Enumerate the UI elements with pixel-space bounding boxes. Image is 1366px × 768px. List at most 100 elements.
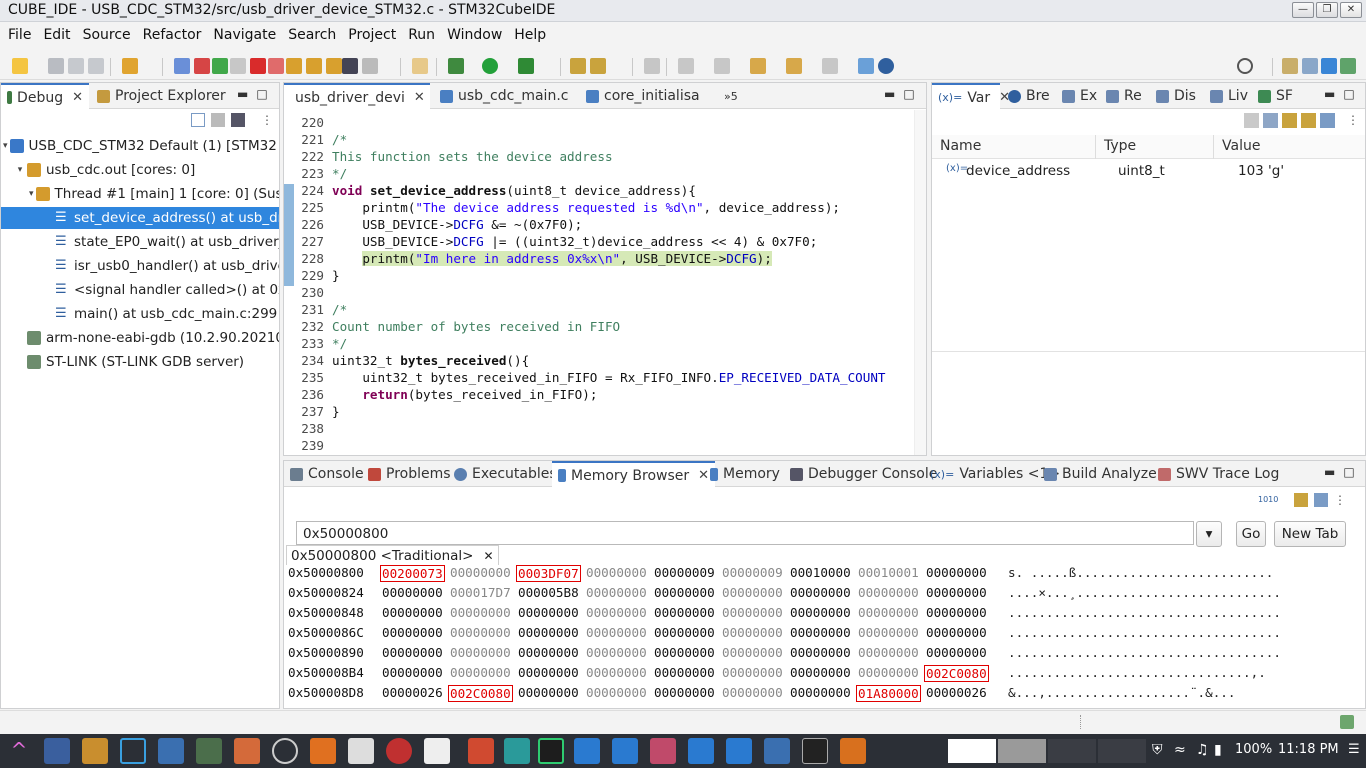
memory-row[interactable]: 0x50000848 00000000 00000000 00000000 000000…	[286, 605, 1356, 625]
memory-cell[interactable]: 00000000	[858, 625, 919, 640]
memory-cell[interactable]: 002C0080	[448, 685, 513, 702]
wifi-icon[interactable]: ≈	[1174, 742, 1186, 758]
col-type[interactable]: Type	[1104, 138, 1136, 154]
memory-row[interactable]: 0x5000086C 00000000 00000000 00000000 000000…	[286, 625, 1356, 645]
maximize-icon[interactable]: □	[1343, 465, 1354, 479]
obs-icon[interactable]	[272, 738, 298, 764]
pdf-icon[interactable]	[348, 738, 374, 764]
memory-row[interactable]: 0x50000800 00200073 00000000 0003DF07 000000…	[286, 565, 1356, 585]
maximize-icon[interactable]: □	[1343, 87, 1354, 101]
minimize-icon[interactable]: ▬	[237, 87, 248, 101]
resume-icon[interactable]	[212, 58, 228, 74]
tab-memory-browser[interactable]: Memory Browser ✕	[552, 461, 716, 488]
logical-structure-icon[interactable]	[1263, 113, 1278, 128]
code-line[interactable]: printm("The device address requested is …	[332, 200, 840, 215]
new-tab-button[interactable]: New Tab	[1274, 521, 1346, 547]
minimize-icon[interactable]: ▬	[1324, 465, 1335, 479]
debug-icon[interactable]	[448, 58, 464, 74]
memory-cell[interactable]: 00000000	[858, 665, 919, 680]
memory-cell[interactable]: 00000000	[722, 685, 783, 700]
tree-process[interactable]: ▾ usb_cdc.out [cores: 0]	[1, 159, 279, 181]
memory-cell[interactable]: 00000000	[586, 585, 647, 600]
terminate-relaunch-icon[interactable]	[194, 58, 210, 74]
memory-cell[interactable]: 00000009	[722, 565, 783, 580]
memory-cell[interactable]: 00000000	[858, 645, 919, 660]
minimize-icon[interactable]: ▬	[1324, 87, 1335, 101]
memory-rendering-tab[interactable]: 0x50000800 <Traditional> ✕	[286, 545, 499, 565]
tab-executables[interactable]: Executables	[448, 461, 563, 487]
restart-icon[interactable]	[362, 58, 378, 74]
code-line[interactable]: }	[332, 268, 340, 283]
tab-core-initialisation[interactable]: core_initialisa	[580, 83, 706, 109]
memory-cell[interactable]: 000005B8	[518, 585, 579, 600]
screenshot-icon[interactable]	[120, 738, 146, 764]
hand-icon[interactable]	[412, 58, 428, 74]
memory-cell[interactable]: 002C0080	[924, 665, 989, 682]
workspace-4[interactable]	[1098, 739, 1146, 763]
memory-cell[interactable]: 00000000	[790, 585, 851, 600]
terminal-icon-2[interactable]	[802, 738, 828, 764]
code-line[interactable]: */	[332, 166, 347, 181]
memory-cell[interactable]: 00000000	[450, 605, 511, 620]
tab-project-explorer[interactable]: Project Explorer	[91, 83, 232, 109]
go-button[interactable]: Go	[1236, 521, 1266, 547]
memory-cell[interactable]: 00000000	[518, 645, 579, 660]
memory-cell[interactable]: 00000000	[926, 605, 987, 620]
memory-ascii[interactable]: ....................................	[1008, 625, 1281, 640]
book-icon[interactable]	[504, 738, 530, 764]
tab-memory[interactable]: Memory	[704, 461, 786, 487]
shield-icon[interactable]: ⛨	[1152, 742, 1163, 758]
collapse-icon[interactable]	[1282, 113, 1297, 128]
maximize-icon[interactable]: □	[903, 87, 914, 101]
menu-window[interactable]: Window	[443, 24, 510, 48]
tab-usb-driver-device[interactable]: usb_driver_devi ✕	[284, 83, 430, 110]
code-line[interactable]: uint32_t bytes_received_in_FIFO = Rx_FIF…	[332, 370, 885, 385]
perspective-debug-icon[interactable]	[1340, 58, 1356, 74]
stack-frame[interactable]: ☰ isr_usb0_handler() at usb_driver_d	[1, 255, 279, 277]
skip-breakpoints-icon[interactable]	[174, 58, 190, 74]
pen-icon[interactable]	[644, 58, 660, 74]
memory-cell[interactable]: 00000000	[382, 605, 443, 620]
ide-icon-2[interactable]	[688, 738, 714, 764]
memory-cell[interactable]: 00000000	[518, 605, 579, 620]
memory-grid[interactable]: 0x50000800 00200073 00000000 0003DF07 000000…	[286, 565, 1365, 708]
variable-value[interactable]: 103 'g'	[1238, 163, 1284, 179]
tab-expressions[interactable]: Ex	[1056, 83, 1103, 109]
memory-cell[interactable]: 00000000	[926, 625, 987, 640]
workspace-2[interactable]	[998, 739, 1046, 763]
view-menu-icon[interactable]: ⋮	[1347, 113, 1362, 128]
more-tabs-button[interactable]: »5	[718, 83, 744, 109]
step-mode-icon[interactable]	[231, 113, 245, 127]
tree-stlink[interactable]: ST-LINK (ST-LINK GDB server)	[1, 351, 279, 373]
forward-icon[interactable]	[822, 58, 838, 74]
memory-cell[interactable]: 00000000	[586, 625, 647, 640]
run-icon[interactable]	[482, 58, 498, 74]
memory-cell[interactable]: 00000000	[722, 585, 783, 600]
files-icon[interactable]	[82, 738, 108, 764]
memory-cell[interactable]: 00000000	[790, 625, 851, 640]
memory-cell[interactable]: 00000000	[518, 625, 579, 640]
next-annotation-icon[interactable]	[678, 58, 694, 74]
step-over-icon[interactable]	[306, 58, 322, 74]
vlc-icon[interactable]	[310, 738, 336, 764]
code-line[interactable]: This function sets the device address	[332, 149, 613, 164]
memory-cell[interactable]: 00000000	[586, 605, 647, 620]
code-line[interactable]: printm("Im here in address 0x%x\n", USB_…	[332, 251, 772, 266]
open-task-icon[interactable]	[590, 58, 606, 74]
memory-cell[interactable]: 00010001	[858, 565, 919, 580]
back-icon[interactable]	[786, 58, 802, 74]
memory-address-input[interactable]: 0x50000800	[296, 521, 1194, 545]
new-icon[interactable]	[12, 58, 28, 74]
stack-frame[interactable]: ☰ <signal handler called>() at 0xffffff	[1, 279, 279, 301]
refresh-icon[interactable]	[122, 58, 138, 74]
menu-navigate[interactable]: Navigate	[209, 24, 284, 48]
tab-usb-cdc-main[interactable]: usb_cdc_main.c	[434, 83, 574, 109]
memory-cell[interactable]: 00200073	[380, 565, 445, 582]
tab-disassembly[interactable]: Dis	[1150, 83, 1202, 109]
print-icon[interactable]	[88, 58, 104, 74]
variable-row[interactable]: (x)= device_address uint8_t 103 'g'	[932, 161, 1365, 183]
menu-edit[interactable]: Edit	[39, 24, 78, 48]
memory-cell[interactable]: 00000000	[926, 565, 987, 580]
save-all-icon[interactable]	[68, 58, 84, 74]
stack-frame[interactable]: ☰ main() at usb_cdc_main.c:299 0x8	[1, 303, 279, 325]
